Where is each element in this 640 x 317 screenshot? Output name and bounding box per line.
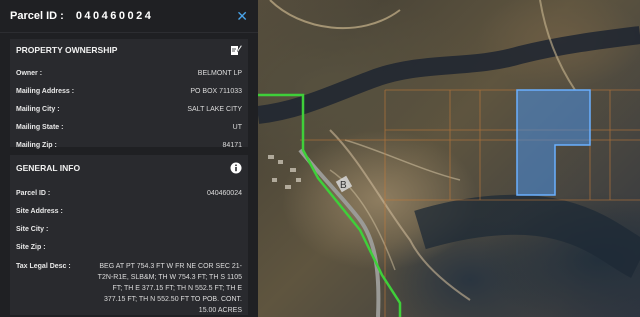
section-title: GENERAL INFO [16, 163, 81, 173]
road-label: B [340, 180, 347, 191]
site-zip-row: Site Zip : [10, 239, 248, 257]
dirt-track [344, 139, 461, 181]
field-label: Tax Legal Desc : [16, 263, 71, 270]
panel-header: Parcel ID : 040460024 ✕ [0, 0, 258, 33]
site-city-row: Site City : [10, 221, 248, 239]
section-header: PROPERTY OWNERSHIP [10, 39, 248, 61]
field-value: UT [232, 124, 242, 131]
section-title: PROPERTY OWNERSHIP [16, 45, 118, 55]
mailing-state-row: Mailing State : UT [10, 119, 248, 137]
field-label: Mailing Zip : [16, 142, 57, 149]
tax-legal-desc-row: Tax Legal Desc : BEG AT PT 754.3 FT W FR… [10, 257, 248, 316]
mailing-address-row: Mailing Address : PO BOX 711033 [10, 83, 248, 101]
field-label: Site Zip : [16, 244, 46, 251]
field-value: SALT LAKE CITY [187, 106, 242, 113]
parcel-id-value: 040460024 [75, 10, 154, 22]
dirt-track [269, 0, 401, 30]
field-value: BELMONT LP [197, 70, 242, 77]
building-cluster [268, 155, 301, 189]
site-address-row: Site Address : [10, 203, 248, 221]
info-icon[interactable] [230, 162, 242, 174]
edit-document-icon[interactable] [230, 44, 242, 56]
general-info-section: GENERAL INFO Parcel ID : 040460024 Site … [10, 155, 248, 315]
field-label: Mailing City : [16, 106, 60, 113]
close-icon[interactable]: ✕ [236, 9, 248, 23]
field-value: 84171 [222, 142, 242, 149]
dark-slope [414, 194, 640, 278]
selected-parcel-highlight[interactable] [516, 89, 591, 196]
field-value: PO BOX 711033 [190, 88, 242, 95]
field-value: 040460024 [206, 190, 242, 197]
property-ownership-section: PROPERTY OWNERSHIP Owner : BELMONT LP Ma… [10, 39, 248, 149]
section-header: GENERAL INFO [10, 155, 248, 181]
field-label: Mailing Address : [16, 88, 75, 95]
field-label: Owner : [16, 70, 43, 77]
parcel-id-label: Parcel ID : [10, 10, 64, 22]
owner-row: Owner : BELMONT LP [10, 65, 248, 83]
field-label: Mailing State : [16, 124, 64, 131]
parcel-info-panel: Parcel ID : 040460024 ✕ PROPERTY OWNERSH… [0, 0, 258, 317]
field-label: Site Address : [16, 208, 63, 215]
mailing-zip-row: Mailing Zip : 84171 [10, 137, 248, 155]
parcel-id-row: Parcel ID : 040460024 [10, 185, 248, 203]
field-value: BEG AT PT 754.3 FT W FR NE COR SEC 21-T2… [97, 263, 242, 314]
field-label: Site City : [16, 226, 49, 233]
field-label: Parcel ID : [16, 190, 51, 197]
mailing-city-row: Mailing City : SALT LAKE CITY [10, 101, 248, 119]
